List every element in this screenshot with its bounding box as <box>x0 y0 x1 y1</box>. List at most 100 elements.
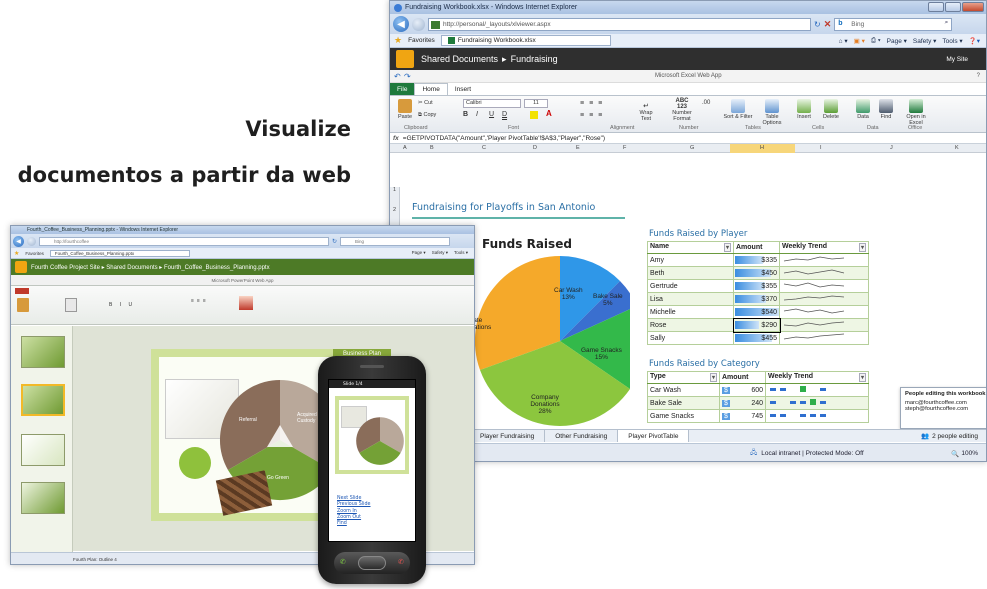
pp-tools-menu[interactable]: Tools ▾ <box>454 250 468 256</box>
table-row[interactable]: Lisa $370 <box>647 292 869 306</box>
copy-button[interactable]: ⧉ Copy <box>418 112 436 119</box>
column-d[interactable]: D <box>533 145 537 151</box>
slide-thumbnail-2-selected[interactable] <box>21 384 65 416</box>
sparkline-cell[interactable] <box>779 292 869 306</box>
font-color-icon[interactable]: A <box>546 109 552 118</box>
table-row[interactable]: Rose $290 <box>647 317 869 333</box>
pp-favorites-button[interactable]: Favorites <box>25 251 44 256</box>
row-header-1[interactable]: 1 <box>390 187 400 198</box>
sheet-tab-player-pivottable[interactable]: Player PivotTable <box>618 430 690 442</box>
player-name[interactable]: Sally <box>647 331 734 345</box>
help-question-icon[interactable]: ? <box>977 73 980 79</box>
bold-button[interactable]: B <box>463 111 468 118</box>
data-button[interactable]: Data <box>854 99 872 120</box>
win-loss-sparkline[interactable] <box>765 396 869 410</box>
page-menu[interactable]: Page ▾ <box>887 37 907 45</box>
find-button[interactable]: Find <box>877 99 895 120</box>
open-in-excel-button[interactable]: Open in Excel <box>904 99 928 126</box>
win-loss-sparkline[interactable] <box>765 383 869 397</box>
stop-icon[interactable]: ✕ <box>824 19 832 30</box>
table-row[interactable]: Michelle $540 <box>647 305 869 319</box>
amount-cell[interactable]: $355 <box>733 279 780 293</box>
pp-align-icons[interactable]: ≡≡≡ <box>191 298 209 304</box>
amount-cell[interactable]: $455 <box>733 331 780 345</box>
slide-thumbnail-3[interactable] <box>21 434 65 466</box>
align-icons[interactable]: ≡≡≡ <box>580 100 607 107</box>
sparkline-cell[interactable] <box>779 331 869 345</box>
amount-cell-selected[interactable]: $290 <box>732 317 781 333</box>
sparkline-cell[interactable] <box>779 279 869 293</box>
breadcrumb-site[interactable]: Shared Documents <box>421 54 498 64</box>
pp-safety-menu[interactable]: Safety ▾ <box>432 250 448 256</box>
amount-cell[interactable]: $370 <box>733 292 780 306</box>
header-amount[interactable]: Amount <box>733 241 780 254</box>
print-icon[interactable]: ⎙ ▾ <box>871 37 881 45</box>
filter-dropdown-icon[interactable]: ▾ <box>709 373 717 382</box>
tools-menu[interactable]: Tools ▾ <box>942 37 962 45</box>
win-loss-sparkline[interactable] <box>765 409 869 423</box>
close-button[interactable] <box>962 2 984 12</box>
player-name[interactable]: Rose <box>647 318 734 332</box>
player-name[interactable]: Gertrude <box>647 279 734 293</box>
underline-button[interactable]: U <box>489 111 494 118</box>
feeds-icon[interactable]: ▣ ▾ <box>854 37 865 45</box>
column-e[interactable]: E <box>576 145 580 151</box>
formula-bar[interactable]: fx =GETPIVOTDATA("Amount",'Player PivotT… <box>390 133 986 144</box>
table-row[interactable]: Beth $450 <box>647 266 869 280</box>
pp-format-icons[interactable]: B I U <box>109 302 135 308</box>
header-weekly-trend[interactable]: Weekly Trend ▾ <box>765 371 869 384</box>
amount-cell[interactable]: $240 <box>719 396 766 410</box>
sparkline-cell[interactable] <box>779 318 869 332</box>
table-row[interactable]: Amy $335 <box>647 253 869 267</box>
phone-link-find[interactable]: Find <box>337 521 371 527</box>
header-weekly-trend[interactable]: Weekly Trend ▾ <box>779 241 869 254</box>
player-name[interactable]: Lisa <box>647 292 734 306</box>
wrap-text-button[interactable]: ↵ Wrap Text <box>636 102 656 122</box>
people-editing-indicator[interactable]: 👥 2 people editing <box>911 430 986 442</box>
column-j[interactable]: J <box>890 145 893 151</box>
redo-icon[interactable]: ↷ <box>404 72 411 81</box>
column-c[interactable]: C <box>482 145 486 151</box>
pp-page-menu[interactable]: Page ▾ <box>412 250 426 256</box>
double-underline-button[interactable]: D <box>502 111 507 118</box>
tab-insert[interactable]: Insert <box>448 83 478 95</box>
my-site-link[interactable]: My Site <box>946 56 986 63</box>
column-f[interactable]: F <box>623 145 626 151</box>
address-bar[interactable]: http://personal/_layouts/xlviewer.aspx <box>428 17 811 31</box>
tab-home[interactable]: Home <box>414 83 448 95</box>
sparkline-cell[interactable] <box>779 305 869 319</box>
column-b[interactable]: B <box>430 145 434 151</box>
pp-tab-label[interactable]: Fourth_Coffee_Business_Planning.pptx <box>49 249 190 257</box>
player-name[interactable]: Amy <box>647 253 734 267</box>
filter-dropdown-icon[interactable]: ▾ <box>723 243 731 252</box>
table-row[interactable]: Game Snacks $745 <box>647 409 869 423</box>
number-format-button[interactable]: ABC 123 Number Format <box>668 98 696 122</box>
maximize-button[interactable] <box>945 2 961 12</box>
sparkline-cell[interactable] <box>779 266 869 280</box>
zoom-icon[interactable]: 🔍 <box>951 450 959 458</box>
phone-call-icon[interactable]: ✆ <box>340 558 346 566</box>
pp-open-in-ppt-icon[interactable] <box>239 296 253 310</box>
back-button[interactable]: ◀ <box>393 16 409 32</box>
table-options-button[interactable]: Table Options <box>757 99 787 126</box>
table-row[interactable]: Bake Sale $240 <box>647 396 869 410</box>
phone-link-previous-slide[interactable]: Previous Slide <box>337 502 371 508</box>
category-type[interactable]: Game Snacks <box>647 409 720 423</box>
fill-color-icon[interactable] <box>530 111 538 119</box>
pp-breadcrumb[interactable]: Fourth Coffee Project Site ▸ Shared Docu… <box>31 264 270 271</box>
filter-dropdown-icon[interactable]: ▾ <box>858 243 866 252</box>
pp-tab-file[interactable] <box>15 288 29 294</box>
italic-button[interactable]: I <box>476 111 478 118</box>
amount-cell[interactable]: $450 <box>733 266 780 280</box>
amount-cell[interactable]: $335 <box>733 253 780 267</box>
column-a[interactable]: A <box>403 145 407 151</box>
worksheet[interactable]: 1 2 Fundraising for Playoffs in San Anto… <box>390 187 986 428</box>
undo-icon[interactable]: ↶ <box>394 72 401 81</box>
amount-cell[interactable]: $745 <box>719 409 766 423</box>
header-amount[interactable]: Amount <box>719 371 766 384</box>
phone-center-button[interactable] <box>358 556 386 570</box>
popup-email-2[interactable]: steph@fourthcoffee.com <box>905 406 986 412</box>
font-size-select[interactable]: 11 <box>524 99 548 108</box>
column-h[interactable]: H <box>760 145 764 151</box>
pp-search-input[interactable]: Bing <box>340 236 451 246</box>
